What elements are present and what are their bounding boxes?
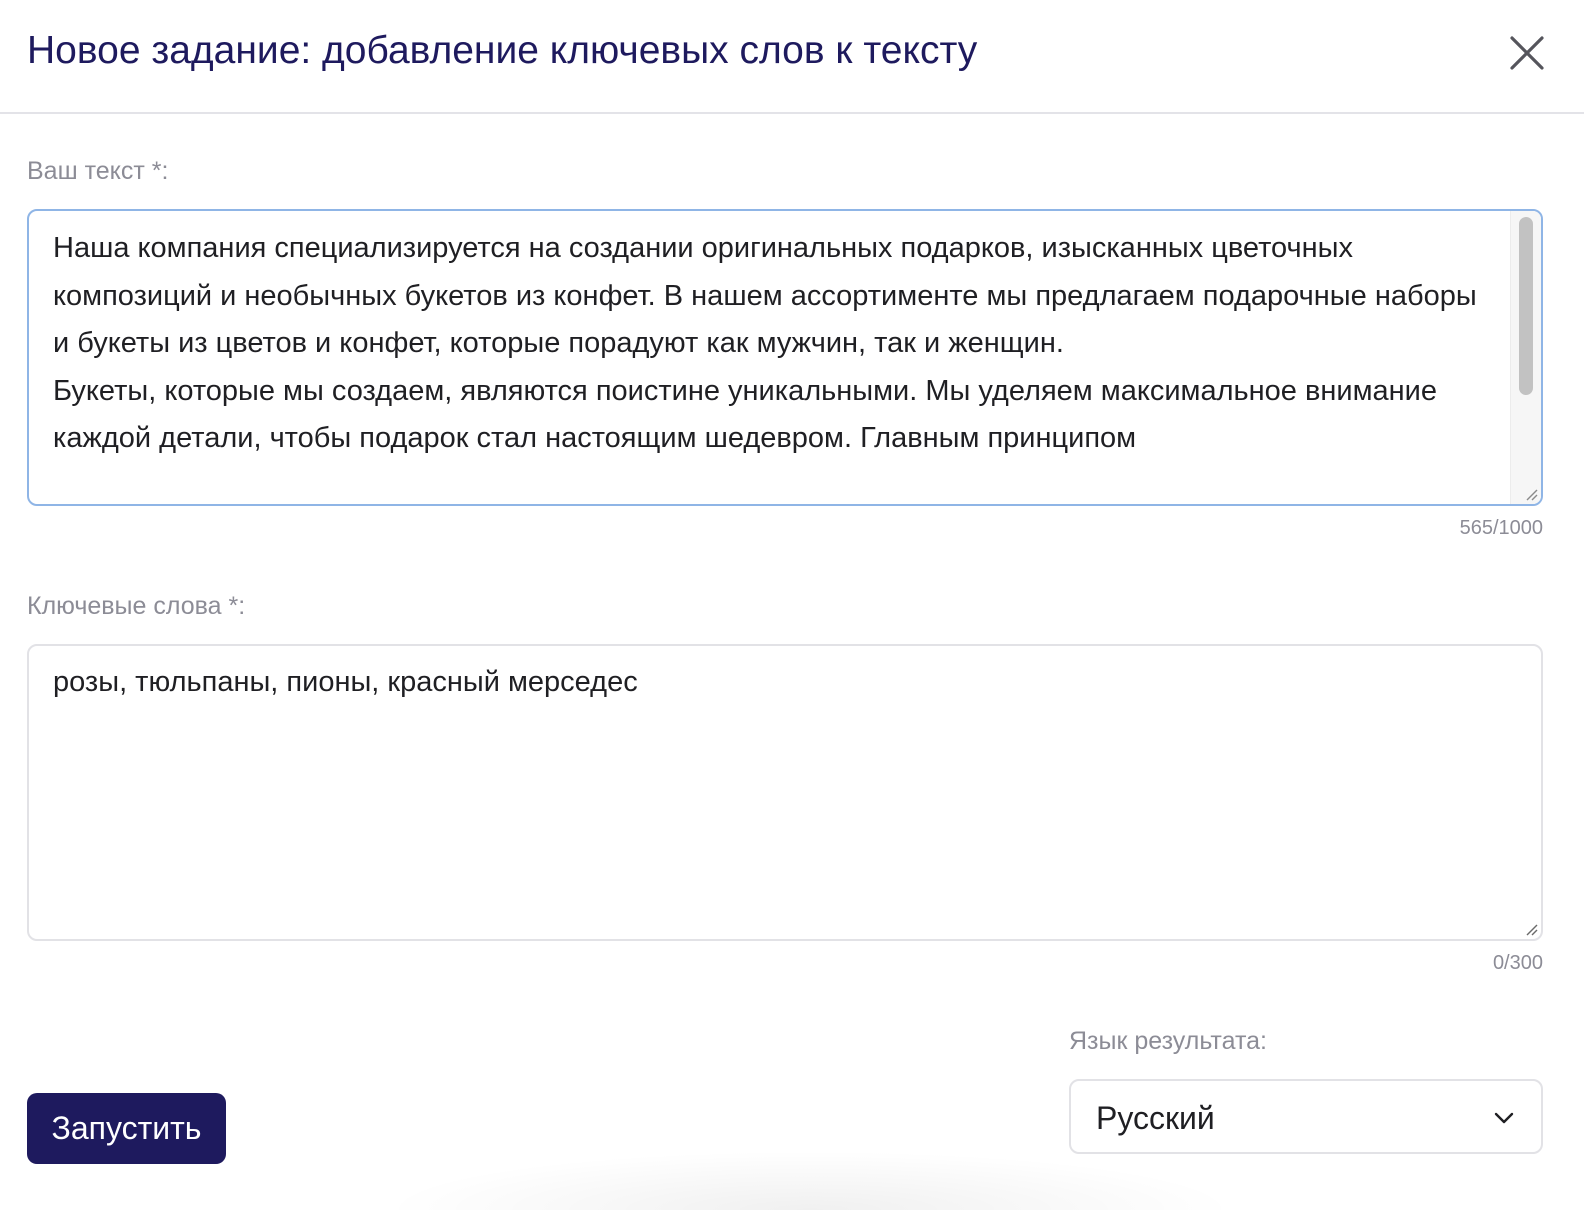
new-task-dialog: Новое задание: добавление ключевых слов …: [0, 0, 1584, 1210]
keywords-textarea[interactable]: розы, тюльпаны, пионы, красный мерседес: [27, 644, 1543, 941]
text-scrollbar-thumb[interactable]: [1519, 217, 1533, 395]
language-select-value: Русский: [1096, 1100, 1215, 1136]
bottom-shadow: [380, 1150, 1240, 1210]
resize-grip-icon[interactable]: [1523, 921, 1539, 937]
keywords-char-counter: 0/300: [1492, 952, 1543, 974]
text-char-counter: 565/1000: [1459, 517, 1543, 539]
text-field-label: Ваш текст *:: [27, 157, 169, 185]
text-textarea-value[interactable]: Наша компания специализируется на создан…: [53, 225, 1497, 463]
language-label: Язык результата:: [1069, 1027, 1267, 1055]
text-textarea[interactable]: Наша компания специализируется на создан…: [27, 209, 1543, 506]
language-select[interactable]: Русский: [1069, 1079, 1543, 1154]
resize-grip-icon[interactable]: [1523, 486, 1539, 502]
dialog-header: Новое задание: добавление ключевых слов …: [0, 0, 1584, 114]
run-button[interactable]: Запустить: [27, 1093, 226, 1164]
close-button[interactable]: [1504, 30, 1550, 76]
keywords-field-label: Ключевые слова *:: [27, 592, 246, 620]
keywords-textarea-value[interactable]: розы, тюльпаны, пионы, красный мерседес: [53, 662, 1497, 702]
chevron-down-icon: [1494, 1112, 1514, 1124]
dialog-title: Новое задание: добавление ключевых слов …: [27, 29, 978, 72]
text-scrollbar[interactable]: [1510, 211, 1541, 504]
close-icon: [1510, 36, 1544, 70]
